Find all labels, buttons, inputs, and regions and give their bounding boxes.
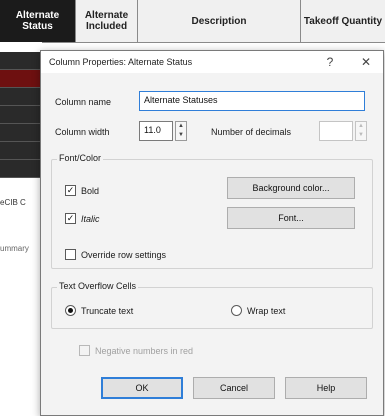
override-row-settings-checkbox[interactable]: [65, 249, 76, 260]
grid-cell[interactable]: [0, 142, 40, 160]
decimals-input[interactable]: [319, 121, 353, 141]
grid-cell-text: ummary: [0, 244, 29, 253]
italic-label: Italic: [81, 214, 100, 224]
dialog-body: Column name Alternate Statuses Column wi…: [41, 73, 383, 415]
grid-cell[interactable]: [0, 124, 40, 142]
column-header-takeoff-quantity[interactable]: Takeoff Quantity: [301, 0, 385, 42]
wrap-text-radio[interactable]: [231, 305, 242, 316]
grid-cell[interactable]: [0, 106, 40, 124]
bold-label: Bold: [81, 186, 100, 196]
spin-down-icon[interactable]: ▼: [176, 131, 186, 140]
cancel-button[interactable]: Cancel: [193, 377, 275, 399]
italic-checkbox[interactable]: ✓: [65, 213, 76, 224]
decimals-label: Number of decimals: [211, 127, 292, 137]
spin-down-icon[interactable]: ▼: [356, 131, 366, 140]
text-overflow-group-title: Text Overflow Cells: [57, 281, 139, 291]
column-header-alternate-included[interactable]: Alternate Included: [76, 0, 138, 42]
grid-header: Alternate Status Alternate Included Desc…: [0, 0, 385, 43]
grid-left-strip: eCIB C ummary: [0, 42, 42, 416]
dialog-title: Column Properties: Alternate Status: [49, 57, 193, 67]
decimals-stepper[interactable]: ▲ ▼: [355, 121, 367, 141]
grid-cell[interactable]: [0, 160, 40, 178]
grid-cell[interactable]: [0, 88, 40, 106]
override-row-settings-label: Override row settings: [81, 250, 167, 260]
column-width-stepper[interactable]: ▲ ▼: [175, 121, 187, 141]
truncate-text-label: Truncate text: [81, 306, 134, 316]
grid-cell[interactable]: [0, 52, 40, 70]
help-button[interactable]: Help: [285, 377, 367, 399]
negative-red-label: Negative numbers in red: [95, 346, 194, 356]
column-name-input[interactable]: Alternate Statuses: [139, 91, 365, 111]
close-icon[interactable]: ✕: [357, 54, 375, 70]
dialog-titlebar[interactable]: Column Properties: Alternate Status ? ✕: [41, 51, 383, 74]
font-button[interactable]: Font...: [227, 207, 355, 229]
help-icon[interactable]: ?: [321, 54, 339, 70]
background-color-button[interactable]: Background color...: [227, 177, 355, 199]
column-properties-dialog: Column Properties: Alternate Status ? ✕ …: [40, 50, 384, 416]
spin-up-icon[interactable]: ▲: [356, 122, 366, 131]
spin-up-icon[interactable]: ▲: [176, 122, 186, 131]
bold-checkbox[interactable]: ✓: [65, 185, 76, 196]
column-width-input[interactable]: 11.0: [139, 121, 173, 141]
truncate-text-radio[interactable]: [65, 305, 76, 316]
column-header-description[interactable]: Description: [138, 0, 301, 42]
negative-red-checkbox[interactable]: [79, 345, 90, 356]
grid-cell-text: eCIB C: [0, 198, 26, 207]
column-width-label: Column width: [55, 127, 110, 137]
font-color-group-title: Font/Color: [57, 153, 104, 163]
wrap-text-label: Wrap text: [247, 306, 286, 316]
column-name-label: Column name: [55, 97, 112, 107]
grid-cell[interactable]: [0, 70, 40, 88]
ok-button[interactable]: OK: [101, 377, 183, 399]
column-header-alternate-status[interactable]: Alternate Status: [0, 0, 76, 42]
